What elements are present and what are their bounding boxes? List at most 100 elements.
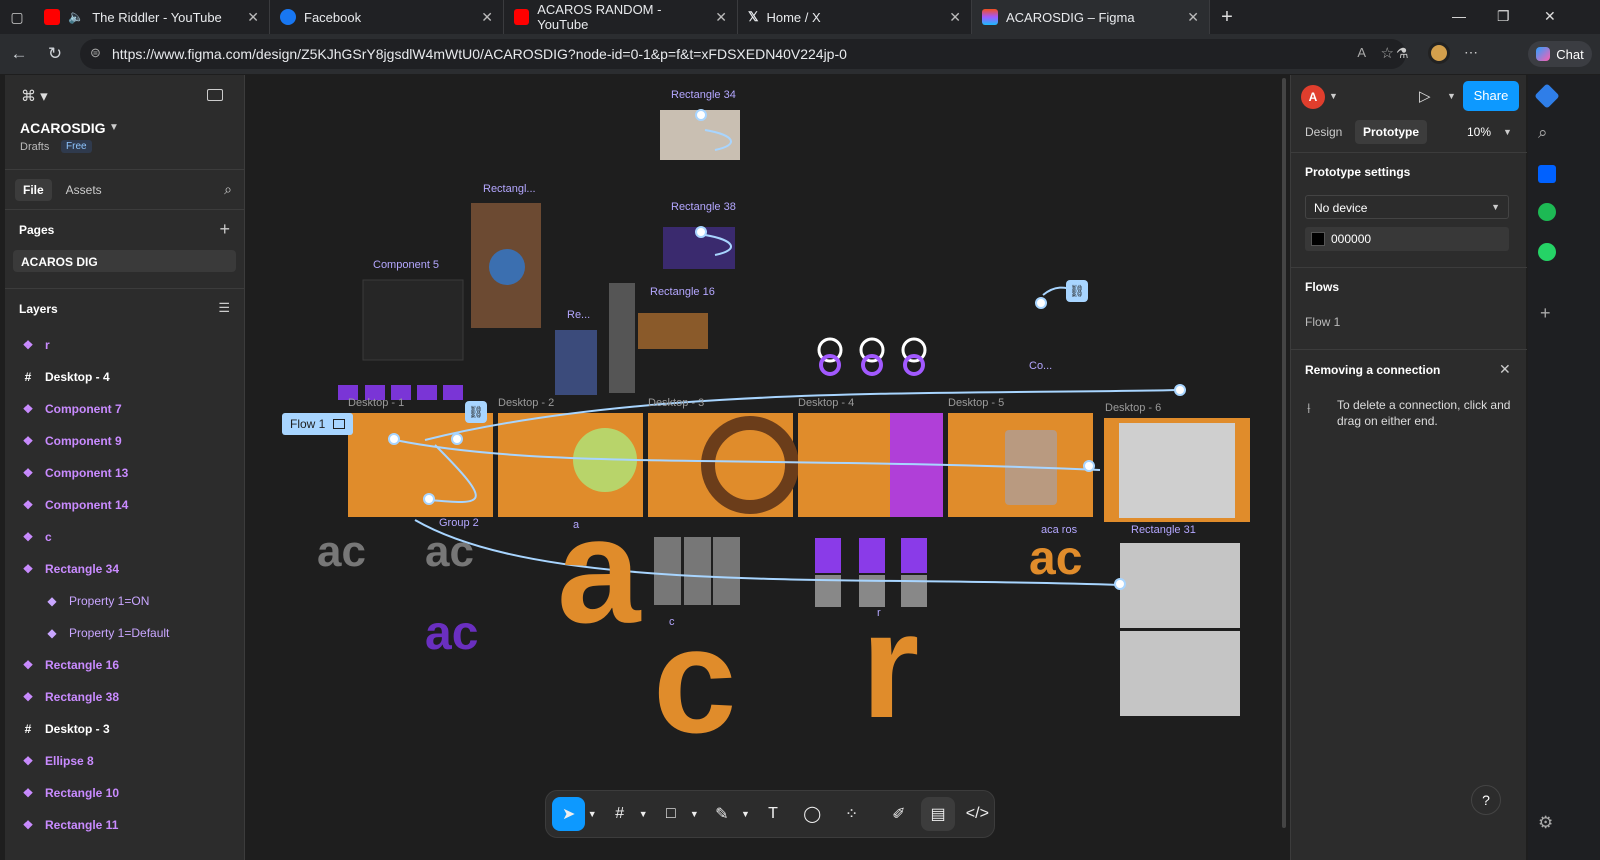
layer-row[interactable]: ◆ Property 1=ON bbox=[5, 585, 244, 617]
label-re[interactable]: Re... bbox=[567, 309, 590, 321]
chevron-down-icon[interactable]: ▼ bbox=[1447, 91, 1456, 101]
add-icon[interactable]: + bbox=[1540, 303, 1551, 324]
label-rectangle-16[interactable]: Rectangle 16 bbox=[650, 286, 715, 298]
reload-icon[interactable]: ↻ bbox=[45, 44, 65, 64]
move-tool-icon[interactable]: ➤ bbox=[552, 797, 586, 831]
connection-node[interactable] bbox=[1083, 460, 1095, 472]
close-icon[interactable]: ✕ bbox=[1499, 361, 1511, 378]
search-icon[interactable]: ⌕ bbox=[1538, 123, 1548, 143]
chevron-down-icon[interactable]: ▼ bbox=[1503, 127, 1512, 137]
label-desktop-3[interactable]: Desktop - 3 bbox=[648, 397, 704, 409]
big-letter-a[interactable]: a bbox=[557, 495, 640, 645]
frame-tool-icon[interactable]: # bbox=[603, 797, 636, 831]
chevron-down-icon[interactable]: ▼ bbox=[109, 122, 119, 133]
label-component-5[interactable]: Component 5 bbox=[373, 259, 439, 271]
acaros-stack-gray[interactable]: ac bbox=[317, 530, 366, 574]
more-menu-icon[interactable]: ⋯ bbox=[1464, 44, 1478, 61]
text-tool-icon[interactable]: T bbox=[756, 797, 789, 831]
label-aca-ros[interactable]: aca ros bbox=[1041, 524, 1077, 536]
close-icon[interactable]: ✕ bbox=[949, 9, 961, 26]
page-item-current[interactable]: ACAROS DIG bbox=[13, 250, 236, 272]
flow-list-item[interactable]: Flow 1 bbox=[1305, 315, 1340, 329]
chevron-down-icon[interactable]: ▼ bbox=[1329, 91, 1338, 101]
connection-node[interactable] bbox=[695, 226, 707, 238]
link-icon[interactable]: ⛓ bbox=[465, 401, 487, 423]
link-icon[interactable]: ⛓ bbox=[1066, 280, 1088, 302]
maximize-icon[interactable]: ❐ bbox=[1497, 8, 1510, 25]
chevron-down-icon[interactable]: ▼ bbox=[587, 797, 597, 831]
dropbox-icon[interactable] bbox=[1538, 165, 1556, 183]
file-name[interactable]: ACAROSDIG bbox=[20, 120, 106, 136]
flow-start-badge[interactable]: Flow 1 bbox=[282, 413, 354, 435]
layer-row[interactable]: # Desktop - 4 bbox=[5, 361, 244, 393]
label-desktop-6[interactable]: Desktop - 6 bbox=[1105, 402, 1161, 414]
connection-node[interactable] bbox=[423, 493, 435, 505]
new-tab-button[interactable]: + bbox=[1210, 6, 1244, 29]
big-letter-c[interactable]: c bbox=[653, 605, 736, 755]
layer-row[interactable]: # Desktop - 3 bbox=[5, 713, 244, 745]
layer-row[interactable]: ❖ Component 14 bbox=[5, 489, 244, 521]
collapse-layers-icon[interactable]: ☰ bbox=[218, 300, 230, 316]
browser-tab-riddler[interactable]: 🔈 The Riddler - YouTube ✕ bbox=[34, 0, 270, 34]
browser-tab-acaros-random[interactable]: ACAROS RANDOM - YouTube ✕ bbox=[504, 0, 738, 34]
whatsapp-icon[interactable] bbox=[1538, 243, 1556, 261]
acaros-stack-orange[interactable]: ac bbox=[1029, 535, 1082, 583]
actions-icon[interactable]: ⁘ bbox=[835, 797, 868, 831]
layer-row[interactable]: ❖ r bbox=[5, 329, 244, 361]
device-select[interactable]: No device ▼ bbox=[1305, 195, 1509, 219]
flow-play-icon[interactable] bbox=[333, 419, 346, 429]
layer-row[interactable]: ❖ Rectangle 34 bbox=[5, 553, 244, 585]
help-button[interactable]: ? bbox=[1471, 785, 1501, 815]
user-avatar[interactable]: A bbox=[1301, 85, 1325, 109]
search-icon[interactable]: ⌕ bbox=[224, 181, 232, 198]
label-rectangl[interactable]: Rectangl... bbox=[483, 183, 536, 195]
browser-tab-x[interactable]: 𝕏 Home / X ✕ bbox=[738, 0, 972, 34]
chevron-down-icon[interactable]: ▼ bbox=[741, 797, 751, 831]
layer-row[interactable]: ❖ Rectangle 38 bbox=[5, 681, 244, 713]
layer-row[interactable]: ❖ Ellipse 8 bbox=[5, 745, 244, 777]
acaros-stack-gray-2[interactable]: ac bbox=[425, 530, 474, 574]
background-color-field[interactable]: 000000 bbox=[1305, 227, 1509, 251]
label-desktop-2[interactable]: Desktop - 2 bbox=[498, 397, 554, 409]
label-desktop-4[interactable]: Desktop - 4 bbox=[798, 397, 854, 409]
layer-row[interactable]: ❖ Component 13 bbox=[5, 457, 244, 489]
shopping-tag-icon[interactable] bbox=[1534, 83, 1560, 109]
connection-node[interactable] bbox=[1114, 578, 1126, 590]
favorite-star-icon[interactable]: ☆ bbox=[1381, 44, 1394, 62]
chevron-down-icon[interactable]: ▼ bbox=[638, 797, 648, 831]
browser-tab-facebook[interactable]: Facebook ✕ bbox=[270, 0, 504, 34]
connection-node[interactable] bbox=[695, 109, 707, 121]
acaros-stack-purple[interactable]: ac bbox=[425, 610, 478, 658]
site-info-icon[interactable]: ⊜ bbox=[90, 45, 101, 61]
spotify-icon[interactable] bbox=[1538, 203, 1556, 221]
tab-design[interactable]: Design bbox=[1305, 125, 1342, 139]
close-icon[interactable]: ✕ bbox=[247, 9, 259, 26]
tab-search-icon[interactable]: ▢ bbox=[0, 9, 34, 26]
layer-row[interactable]: ❖ Component 7 bbox=[5, 393, 244, 425]
rectangle-tool-icon[interactable]: □ bbox=[654, 797, 687, 831]
close-icon[interactable]: ✕ bbox=[1187, 9, 1199, 26]
close-icon[interactable]: ✕ bbox=[481, 9, 493, 26]
close-icon[interactable]: ✕ bbox=[715, 9, 727, 26]
back-icon[interactable]: ← bbox=[9, 44, 29, 64]
canvas-scrollbar[interactable] bbox=[1282, 78, 1286, 828]
draw-mode-icon[interactable]: ✐ bbox=[882, 797, 915, 831]
layer-row[interactable]: ❖ Component 9 bbox=[5, 425, 244, 457]
present-icon[interactable]: ▷ bbox=[1419, 87, 1431, 105]
label-c[interactable]: c bbox=[669, 616, 675, 628]
layer-row[interactable]: ❖ c bbox=[5, 521, 244, 553]
browser-tab-figma[interactable]: ACAROSDIG – Figma ✕ bbox=[972, 0, 1210, 34]
connection-node[interactable] bbox=[451, 433, 463, 445]
layer-row[interactable]: ❖ Rectangle 10 bbox=[5, 777, 244, 809]
address-bar[interactable]: ⊜ https://www.figma.com/design/Z5KJhGSrY… bbox=[80, 39, 1406, 69]
layer-row[interactable]: ❖ Rectangle 16 bbox=[5, 649, 244, 681]
label-desktop-1[interactable]: Desktop - 1 bbox=[348, 397, 404, 409]
label-a[interactable]: a bbox=[573, 519, 579, 531]
connection-node[interactable] bbox=[388, 433, 400, 445]
minimize-icon[interactable]: — bbox=[1452, 8, 1466, 24]
profile-avatar[interactable] bbox=[1428, 42, 1450, 64]
label-rectangle-31[interactable]: Rectangle 31 bbox=[1131, 524, 1196, 536]
label-r[interactable]: r bbox=[877, 607, 881, 619]
settings-gear-icon[interactable]: ⚙ bbox=[1538, 813, 1553, 833]
layer-row[interactable]: ❖ Rectangle 11 bbox=[5, 809, 244, 841]
